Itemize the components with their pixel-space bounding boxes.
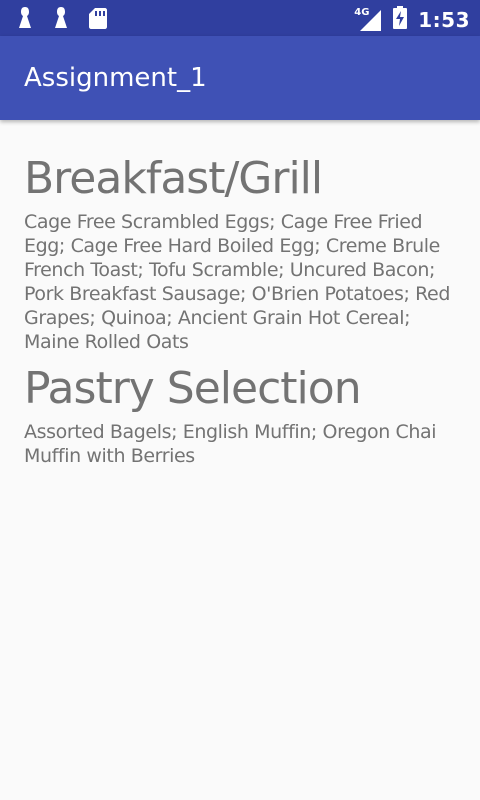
status-system: 4G 1:53 (354, 6, 470, 34)
section-title: Pastry Selection (24, 363, 362, 414)
menu-content: Breakfast/Grill Cage Free Scrambled Eggs… (24, 148, 456, 472)
section-items: Cage Free Scrambled Eggs; Cage Free Frie… (24, 211, 450, 353)
cell-signal-icon: 4G (354, 7, 382, 32)
menu-section: Breakfast/Grill Cage Free Scrambled Eggs… (24, 148, 456, 354)
menu-section: Pastry Selection Assorted Bagels; Englis… (24, 358, 456, 468)
app-bar: Assignment_1 (0, 36, 480, 120)
status-notifications (16, 6, 108, 34)
status-clock: 1:53 (418, 8, 470, 32)
notification-icon (52, 6, 70, 34)
app-title: Assignment_1 (24, 63, 207, 93)
battery-icon (392, 6, 408, 34)
status-bar: 4G 1:53 (0, 0, 480, 36)
section-items: Assorted Bagels; English Muffin; Oregon … (24, 421, 437, 467)
section-title: Breakfast/Grill (24, 153, 323, 204)
sd-card-icon (88, 6, 108, 34)
notification-icon (16, 6, 34, 34)
